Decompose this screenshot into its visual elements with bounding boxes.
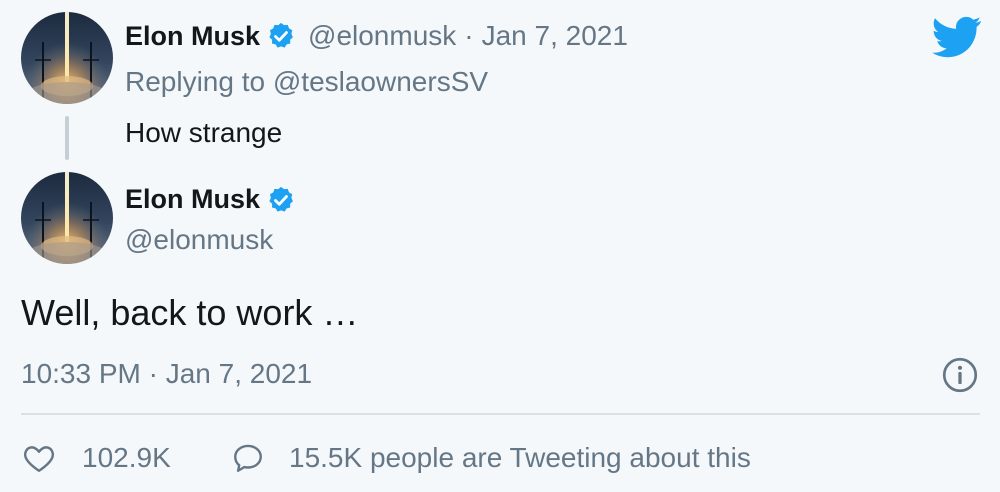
speech-bubble-icon[interactable] [231, 441, 265, 475]
rocket-launch-image [21, 172, 113, 264]
author-display-name[interactable]: Elon Musk [125, 184, 260, 215]
tweet-timestamp[interactable]: 10:33 PM · Jan 7, 2021 [21, 358, 312, 390]
thread-connector-line [65, 116, 69, 160]
author-handle[interactable]: @elonmusk [308, 20, 456, 52]
main-tweet-header: Elon Musk [125, 184, 296, 215]
verified-badge-icon [269, 22, 293, 48]
tweet-date[interactable]: Jan 7, 2021 [482, 20, 628, 52]
twitter-bird-icon[interactable] [932, 16, 982, 58]
rocket-launch-image [21, 12, 113, 104]
avatar[interactable] [21, 172, 113, 264]
tweeting-about-action[interactable]: 15.5K people are Tweeting about this [231, 441, 751, 475]
avatar[interactable] [21, 12, 113, 104]
reply-tweet-text: How strange [125, 117, 283, 148]
tweet-embed: Elon Musk @elonmusk · Jan 7, 2021 Replyi… [0, 0, 1000, 492]
author-display-name[interactable]: Elon Musk [125, 21, 260, 52]
verified-badge-icon [269, 186, 293, 212]
tweeting-about-label: 15.5K people are Tweeting about this [289, 442, 751, 473]
heart-icon[interactable] [22, 441, 56, 475]
divider [21, 413, 980, 415]
info-icon[interactable] [942, 357, 978, 393]
reply-tweet-header: Elon Musk @elonmusk · Jan 7, 2021 [125, 20, 628, 52]
separator-dot: · [464, 20, 474, 51]
replying-to-label[interactable]: Replying to @teslaownersSV [125, 66, 488, 98]
author-handle[interactable]: @elonmusk [125, 224, 273, 256]
like-action[interactable]: 102.9K [22, 441, 171, 475]
like-count: 102.9K [82, 442, 171, 473]
main-tweet-text: Well, back to work … [21, 292, 359, 333]
